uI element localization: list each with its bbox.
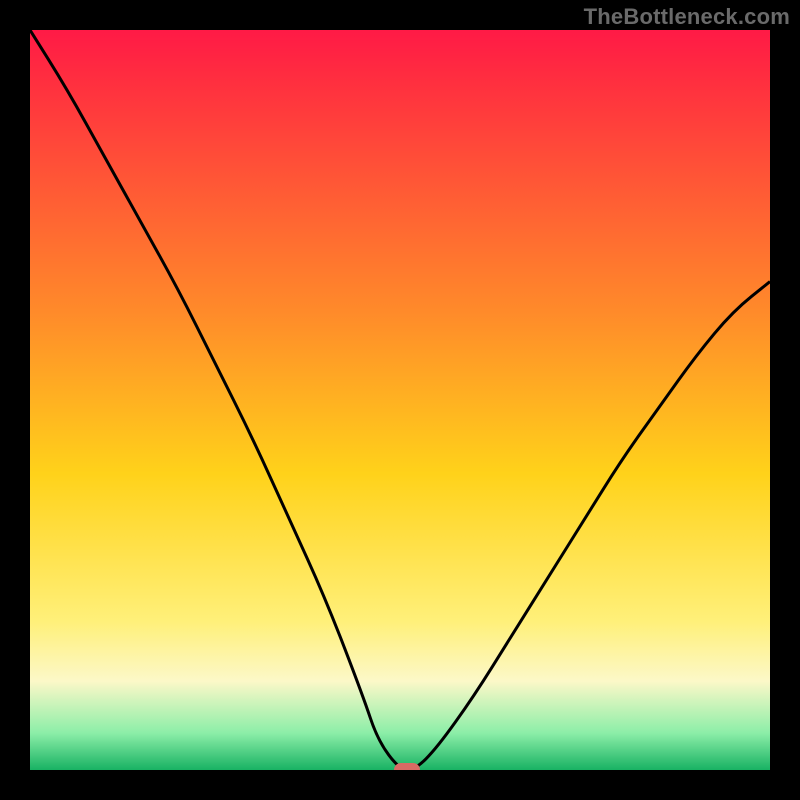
chart-frame: TheBottleneck.com — [0, 0, 800, 800]
watermark-text: TheBottleneck.com — [584, 4, 790, 30]
plot-area — [30, 30, 770, 770]
curve-path — [30, 30, 770, 770]
optimal-point-marker — [394, 763, 420, 770]
bottleneck-curve — [30, 30, 770, 770]
